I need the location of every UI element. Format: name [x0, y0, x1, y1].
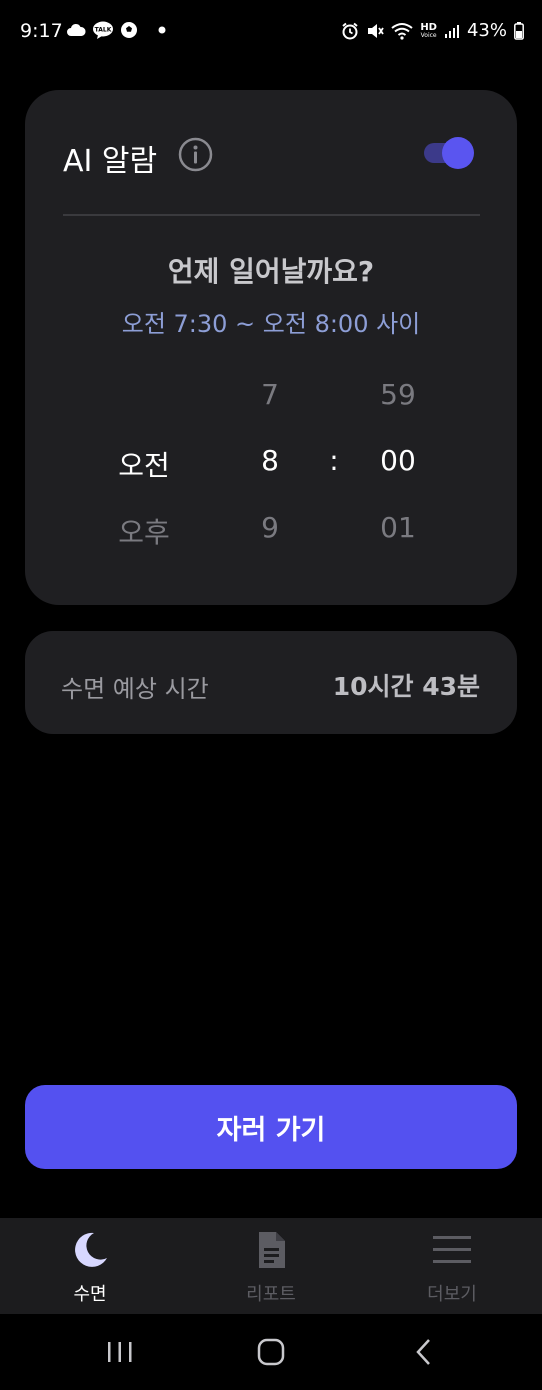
expected-sleep-value: 10시간 43분	[332, 672, 480, 701]
hd-label: HD	[420, 21, 437, 33]
minute-prev[interactable]: 59	[338, 378, 458, 411]
menu-icon	[432, 1230, 472, 1270]
kakaotalk-icon: TALK	[92, 21, 114, 39]
go-to-sleep-button[interactable]: 자러 가기	[25, 1085, 517, 1169]
toggle-knob	[442, 137, 474, 169]
ai-alarm-toggle[interactable]	[424, 137, 474, 169]
home-icon[interactable]	[251, 1336, 291, 1368]
expected-sleep-label: 수면 예상 시간	[61, 675, 209, 703]
battery-percent: 43%	[466, 20, 507, 41]
divider	[63, 214, 480, 216]
info-icon[interactable]	[178, 137, 213, 172]
ai-alarm-card: AI 알람 언제 일어날까요? 오전 7:30 ~ 오전 8:00 사이 오전 …	[25, 90, 517, 605]
status-time: 9:17	[20, 20, 63, 42]
tab-report[interactable]: 리포트	[181, 1218, 361, 1314]
alarm-icon	[341, 22, 359, 40]
minute-next[interactable]: 01	[338, 511, 458, 544]
system-navigation-bar	[0, 1314, 542, 1390]
recent-apps-icon[interactable]	[100, 1336, 140, 1368]
moon-icon	[70, 1230, 110, 1270]
tab-sleep[interactable]: 수면	[0, 1218, 180, 1314]
mute-icon	[366, 22, 385, 40]
wake-question: 언제 일어날까요?	[167, 255, 375, 288]
document-icon	[251, 1230, 291, 1270]
kakaotalk-badge-text: TALK	[95, 27, 112, 34]
minute-selected[interactable]: 00	[338, 444, 458, 477]
tab-more[interactable]: 더보기	[362, 1218, 542, 1314]
cloud-icon	[66, 23, 86, 37]
dot-icon	[158, 26, 166, 34]
status-bar: 9:17 TALK HD Voice 43%	[0, 0, 542, 64]
ampm-next[interactable]: 오후	[84, 511, 204, 551]
ampm-selected[interactable]: 오전	[84, 444, 204, 484]
hd-voice-icon: HD Voice	[420, 21, 437, 39]
soccer-ball-icon	[120, 21, 138, 39]
wifi-calling-icon	[391, 22, 413, 40]
hour-prev[interactable]: 7	[210, 378, 330, 411]
tab-report-label: 리포트	[246, 1284, 296, 1305]
bottom-tab-bar: 수면 리포트 더보기	[0, 1218, 542, 1314]
tab-more-label: 더보기	[427, 1284, 477, 1305]
wake-window-range: 오전 7:30 ~ 오전 8:00 사이	[121, 310, 421, 338]
hour-next[interactable]: 9	[210, 511, 330, 544]
tab-sleep-label: 수면	[73, 1284, 107, 1305]
system-status-icons: HD Voice 43%	[341, 20, 524, 41]
battery-icon	[514, 21, 524, 40]
notification-icons: TALK	[66, 21, 166, 39]
signal-icon	[444, 23, 460, 39]
expected-sleep-card: 수면 예상 시간 10시간 43분	[25, 631, 517, 734]
alarm-title: AI 알람	[63, 144, 158, 179]
voice-label: Voice	[420, 31, 437, 39]
back-icon[interactable]	[404, 1336, 444, 1368]
